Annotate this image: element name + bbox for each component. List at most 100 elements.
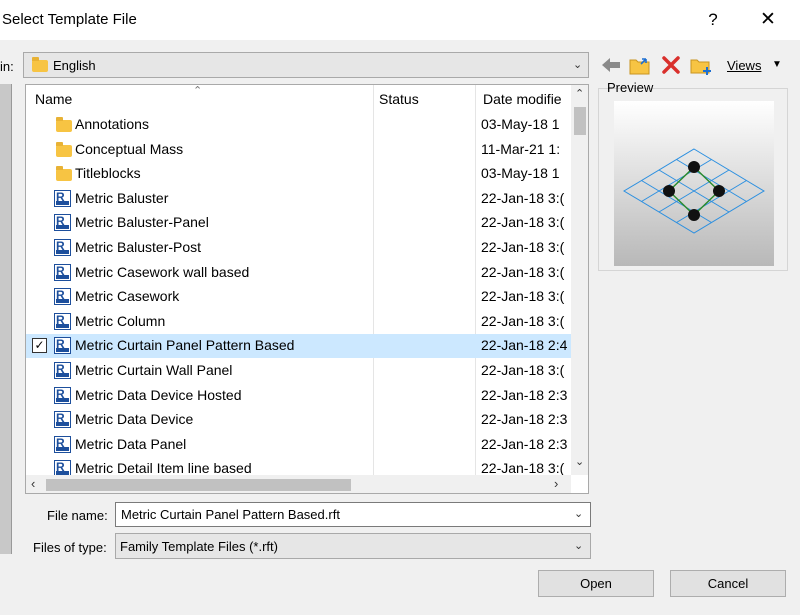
file-date: 22-Jan-18 2:3 [481,386,568,403]
preview-label: Preview [607,80,654,95]
revit-template-icon: R [54,362,71,379]
column-header-date[interactable]: Date modifie [483,91,562,107]
close-button[interactable]: ✕ [754,6,782,34]
revit-template-icon: R [54,189,71,207]
new-folder-icon [690,59,711,75]
file-type-label: Files of type: [33,540,107,555]
column-header-status[interactable]: Status [379,91,419,107]
folder-icon [56,117,72,132]
vertical-scroll-thumb[interactable] [574,107,586,135]
cancel-button[interactable]: Cancel [670,570,786,597]
list-item[interactable]: R Metric Baluster 22-Jan-18 3:( [26,187,571,211]
revit-template-icon: R [54,337,71,355]
file-date: 22-Jan-18 2:3 [481,411,568,428]
curtain-panel-preview-icon [623,148,765,234]
list-item[interactable]: R Metric Baluster-Panel 22-Jan-18 3:( [26,211,571,235]
list-item[interactable]: R Metric Column 22-Jan-18 3:( [26,310,571,334]
delete-icon [662,56,680,74]
horizontal-scrollbar[interactable]: ‹ › [26,475,571,493]
revit-template-icon: R [54,239,71,256]
title-bar: Select Template File ? ✕ [0,0,800,40]
column-header-row: ⌃ Name Status Date modifie [26,85,571,475]
file-date: 22-Jan-18 3:( [481,312,565,329]
file-name: Conceptual Mass [75,140,184,157]
look-in-value: English [53,58,96,73]
back-button[interactable] [598,52,624,78]
folder-icon [56,166,72,182]
revit-template-icon: R [54,411,71,429]
revit-template-icon: R [54,263,71,281]
look-in-dropdown[interactable]: English ⌄ [23,52,589,78]
file-date: 22-Jan-18 3:( [481,263,565,280]
file-name: Metric Curtain Panel Pattern Based [75,337,295,354]
places-bar [0,84,12,554]
file-name: Metric Data Device Hosted [75,386,242,403]
chevron-down-icon[interactable]: ⌄ [574,507,583,520]
back-arrow-icon [602,58,620,72]
help-button[interactable]: ? [700,6,726,34]
up-folder-button[interactable] [627,52,653,78]
open-button[interactable]: Open [538,570,654,597]
list-item[interactable]: R Metric Data Device 22-Jan-18 2:3 [26,408,571,432]
list-item[interactable]: Annotations 03-May-18 1 [26,113,571,137]
file-name: Metric Column [75,312,166,329]
scroll-up-icon[interactable]: ⌃ [575,87,584,100]
file-name-input[interactable]: Metric Curtain Panel Pattern Based.rft ⌄ [115,502,591,527]
dialog-title: Select Template File [2,11,137,28]
file-date: 22-Jan-18 3:( [481,189,565,206]
file-date: 03-May-18 1 [481,165,560,182]
revit-template-icon: R [54,214,71,232]
list-item[interactable]: R Metric Curtain Wall Panel 22-Jan-18 3:… [26,359,571,383]
file-name: Metric Casework [75,288,180,305]
file-date: 22-Jan-18 3:( [481,239,565,255]
scroll-down-icon[interactable]: ⌄ [575,455,584,468]
list-item[interactable]: R Metric Casework 22-Jan-18 3:( [26,285,571,309]
file-name: Metric Baluster [75,189,169,206]
preview-panel [598,88,788,271]
file-type-select[interactable]: Family Template Files (*.rft) ⌄ [115,533,591,559]
file-date: 22-Jan-18 3:( [481,460,565,477]
file-name: Metric Baluster-Panel [75,214,209,231]
new-folder-button[interactable] [688,52,714,78]
toolbar: Views ▼ [596,52,800,80]
folder-icon [56,141,72,157]
chevron-down-icon: ⌄ [574,540,584,552]
list-item[interactable]: Conceptual Mass 11-Mar-21 1: [26,138,571,162]
list-item[interactable]: R Metric Data Panel 22-Jan-18 2:3 [26,433,571,457]
views-dropdown-arrow-icon[interactable]: ▼ [772,59,782,70]
file-date: 11-Mar-21 1: [481,140,561,157]
file-name: Metric Data Panel [75,435,187,452]
list-item-selected[interactable]: ✓ R Metric Curtain Panel Pattern Based 2… [26,334,571,359]
list-item[interactable]: R Metric Data Device Hosted 22-Jan-18 2:… [26,384,571,408]
revit-template-icon: R [54,435,71,453]
views-menu[interactable]: Views [727,58,761,73]
file-name: Metric Baluster-Post [75,239,202,255]
file-list[interactable]: ⌃ Name Status Date modifie Annotations 0… [25,84,589,494]
scroll-left-icon[interactable]: ‹ [31,476,35,491]
scroll-right-icon[interactable]: › [554,476,558,491]
delete-button[interactable] [658,52,684,78]
file-date: 22-Jan-18 3:( [481,362,565,378]
list-item[interactable]: R Metric Baluster-Post 22-Jan-18 3:( [26,236,571,260]
file-name-label: File name: [47,508,108,523]
file-type-value: Family Template Files (*.rft) [120,539,278,554]
sort-ascending-icon: ⌃ [193,85,203,97]
column-header-name[interactable]: Name [35,91,72,107]
list-item[interactable]: Titleblocks 03-May-18 1 [26,162,571,186]
vertical-scrollbar[interactable]: ⌃ ⌄ [571,85,588,475]
file-date: 22-Jan-18 3:( [481,214,565,231]
revit-template-icon: R [54,312,71,330]
preview-image [614,101,774,266]
horizontal-scroll-thumb[interactable] [46,479,351,491]
revit-template-icon: R [54,386,71,404]
file-date: 22-Jan-18 2:4 [481,337,568,354]
item-checkbox[interactable]: ✓ [32,338,47,354]
file-date: 03-May-18 1 [481,116,560,132]
up-folder-icon [629,58,650,75]
file-name: Metric Data Device [75,411,194,428]
chevron-down-icon: ⌄ [573,59,583,71]
file-date: 22-Jan-18 3:( [481,288,565,305]
file-name: Annotations [75,116,149,132]
folder-icon [32,57,48,72]
list-item[interactable]: R Metric Casework wall based 22-Jan-18 3… [26,261,571,285]
